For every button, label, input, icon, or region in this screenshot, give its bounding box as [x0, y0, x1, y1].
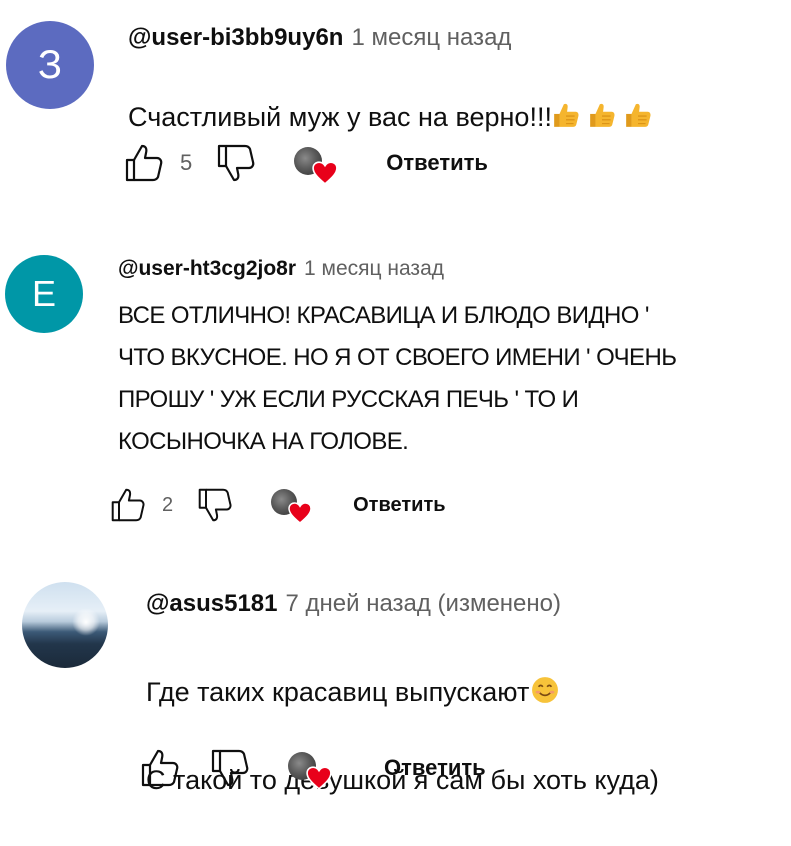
thumbs-up-emoji	[624, 101, 652, 129]
thumb-down-icon[interactable]	[210, 748, 250, 788]
heart-icon	[288, 502, 312, 524]
heart-icon	[312, 161, 338, 185]
comment-timestamp[interactable]: 1 месяц назад	[351, 24, 511, 52]
comment-1: З @user-bi3bb9uy6n 1 месяц назад Счастли…	[0, 0, 791, 200]
thumb-up-icon[interactable]	[124, 143, 164, 183]
creator-heart-badge	[271, 487, 315, 523]
thumb-up-icon[interactable]	[110, 487, 146, 523]
author-avatar[interactable]: З	[6, 21, 94, 109]
author-avatar[interactable]: Е	[5, 255, 83, 333]
sea-photo-avatar[interactable]	[22, 582, 108, 668]
thumbs-up-emoji	[588, 101, 616, 129]
comment-text-content: Счастливый муж у вас на верно!!!	[128, 102, 552, 132]
smiling-face-emoji	[531, 676, 559, 704]
comment-text: Счастливый муж у вас на верно!!!	[128, 70, 652, 133]
comment-timestamp[interactable]: 7 дней назад (изменено)	[286, 590, 562, 618]
comment-author[interactable]: @user-bi3bb9uy6n	[128, 24, 343, 52]
comment-timestamp[interactable]: 1 месяц назад	[304, 257, 444, 281]
thumb-up-icon[interactable]	[140, 748, 180, 788]
comment-2: Е @user-ht3cg2jo8r 1 месяц назад ВСЕ ОТЛ…	[0, 240, 791, 540]
heart-icon	[306, 766, 332, 790]
thumb-down-icon[interactable]	[216, 143, 256, 183]
comment-text-line1: Где таких красавиц выпускают	[146, 677, 530, 707]
avatar-letter: Е	[31, 273, 56, 314]
creator-heart-badge	[294, 143, 340, 183]
thumbs-up-emoji	[552, 101, 580, 129]
reply-button[interactable]: Ответить	[386, 150, 488, 176]
comment-text: ВСЕ ОТЛИЧНО! КРАСАВИЦА И БЛЮДО ВИДНО ' Ч…	[118, 302, 677, 455]
reply-button[interactable]: Ответить	[384, 755, 486, 781]
comment-author[interactable]: @asus5181	[146, 590, 278, 618]
thumb-down-icon[interactable]	[197, 487, 233, 523]
reply-button[interactable]: Ответить	[353, 494, 445, 517]
avatar-letter: З	[37, 42, 63, 87]
like-count: 5	[180, 150, 193, 175]
creator-heart-badge	[288, 748, 334, 788]
comment-3: @asus5181 7 дней назад (изменено) Где та…	[0, 570, 791, 820]
like-count: 2	[162, 493, 174, 516]
comment-author[interactable]: @user-ht3cg2jo8r	[118, 257, 296, 281]
sun-glare	[72, 608, 100, 636]
comment-text: Где таких красавиц выпускают С такой то …	[146, 626, 659, 846]
